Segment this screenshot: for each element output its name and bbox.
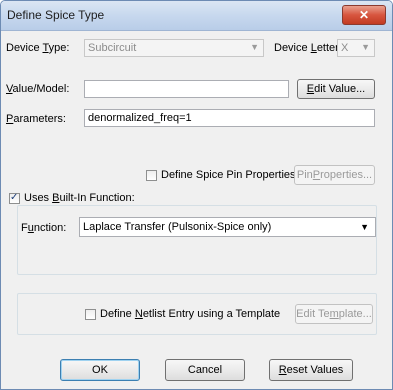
parameters-label-post: arameters: [13,113,66,125]
edit-value-key: E [306,83,315,95]
value-model-label: Value/Model: [6,83,69,95]
uses-built-in-function-label: Uses Built-In Function: [24,192,135,204]
close-icon: ✕ [358,8,370,22]
edit-value-label: dit Value... [314,83,366,95]
pin-properties-key: P [312,169,321,181]
edit-value-button[interactable]: Edit Value... [297,79,375,99]
define-netlist-entry-checkbox[interactable] [85,309,96,320]
built-in-function-group [17,205,377,275]
define-pin-properties-checkbox[interactable] [146,170,157,181]
pin-properties-pre: Pin [296,169,313,181]
chevron-down-icon: ▼ [361,42,370,52]
reset-label: eset Values [286,364,344,376]
built-in-pre: Uses [24,192,53,204]
ok-label: OK [92,364,108,376]
chevron-down-icon: ▼ [360,222,369,232]
edit-template-key: m [329,308,339,320]
function-value: Laplace Transfer (Pulsonix-Spice only) [83,221,272,233]
function-label-post: nction: [33,222,67,234]
edit-template-pre: Edit Te [296,308,330,320]
cancel-label: Cancel [187,364,223,376]
netlist-key: N [134,308,143,320]
netlist-post: etlist Entry using a Template [142,308,281,320]
netlist-pre: Define [100,308,135,320]
function-label: Function: [21,222,66,234]
value-model-input[interactable] [84,80,289,98]
device-letter-label: Device Letter: [274,42,342,54]
device-type-label: Device Type: [6,42,69,54]
device-letter-label-pre: Device [274,42,311,54]
value-model-label-post: alue/Model: [12,83,70,95]
edit-template-post: plate... [338,308,372,320]
title-bar[interactable]: Define Spice Type ✕ [1,1,392,31]
define-netlist-entry-label: Define Netlist Entry using a Template [100,308,280,320]
dialog-title: Define Spice Type [7,8,105,22]
pin-properties-post: roperties... [320,169,373,181]
reset-values-button[interactable]: Reset Values [269,359,353,381]
parameters-input[interactable]: denormalized_freq=1 [84,109,375,127]
reset-key: R [278,364,287,376]
function-select[interactable]: Laplace Transfer (Pulsonix-Spice only) ▼ [79,217,376,237]
edit-template-button[interactable]: Edit Te m plate... [295,304,373,324]
device-letter-select[interactable]: X ▼ [337,39,375,57]
parameters-label: Parameters: [6,113,66,125]
close-button[interactable]: ✕ [342,5,386,25]
device-type-label-pre: Device [6,42,43,54]
built-in-post: uilt-In Function: [59,192,135,204]
device-type-select[interactable]: Subcircuit ▼ [84,39,264,57]
cancel-button[interactable]: Cancel [165,359,245,381]
pin-properties-button[interactable]: Pin Properties... [294,165,375,185]
device-letter-value: X [341,42,349,54]
device-type-label-post: ype: [48,42,70,54]
parameters-value: denormalized_freq=1 [88,112,192,124]
ok-button[interactable]: OK [60,359,140,381]
function-label-pre: F [21,222,28,234]
uses-built-in-function-checkbox[interactable] [9,192,20,204]
define-pin-properties-label: Define Spice Pin Properties: [161,169,299,181]
chevron-down-icon: ▼ [250,42,259,52]
device-type-value: Subcircuit [88,42,137,54]
dialog-window: Define Spice Type ✕ Device Type: Subcirc… [0,0,393,390]
